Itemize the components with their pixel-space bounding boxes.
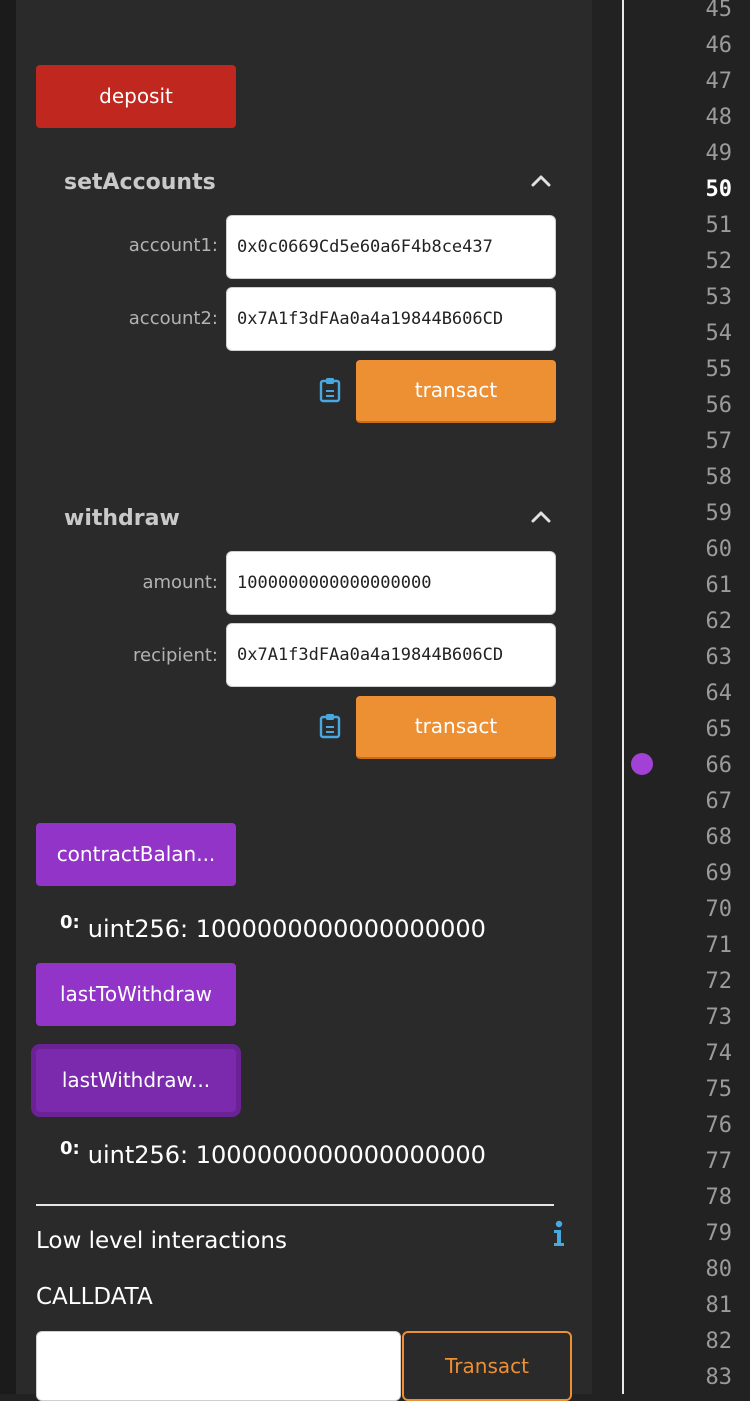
line-number[interactable]: 77 (652, 1144, 733, 1180)
line-number[interactable]: 67 (652, 784, 733, 820)
line-number[interactable]: 51 (652, 208, 733, 244)
last-withdraw-button[interactable]: lastWithdraw... (36, 1049, 236, 1112)
line-number[interactable]: 76 (652, 1108, 733, 1144)
recipient-label: recipient: (132, 645, 218, 666)
clipboard-icon[interactable] (319, 377, 341, 403)
line-number[interactable]: 73 (652, 1000, 733, 1036)
line-number[interactable]: 61 (652, 568, 733, 604)
line-number[interactable]: 60 (652, 532, 733, 568)
line-number[interactable]: 52 (652, 244, 733, 280)
panel-resizer[interactable] (592, 0, 622, 1394)
line-number[interactable]: 68 (652, 820, 733, 856)
calldata-input[interactable] (36, 1331, 401, 1401)
line-number[interactable]: 63 (652, 640, 733, 676)
result-index: 0: (60, 912, 80, 933)
line-number[interactable]: 81 (652, 1288, 733, 1324)
line-number[interactable]: 65 (652, 712, 733, 748)
left-margin (0, 0, 16, 1394)
breakpoint-marker[interactable] (631, 753, 653, 775)
line-number[interactable]: 70 (652, 892, 733, 928)
line-number[interactable]: 50 (652, 172, 733, 208)
line-number[interactable]: 54 (652, 316, 733, 352)
line-number[interactable]: 46 (652, 28, 733, 64)
line-number[interactable]: 80 (652, 1252, 733, 1288)
result-value: uint256: 1000000000000000000 (87, 1141, 486, 1169)
calldata-label: CALLDATA (36, 1284, 153, 1310)
result-index: 0: (60, 1138, 80, 1159)
line-number[interactable]: 74 (652, 1036, 733, 1072)
recipient-input[interactable]: 0x7A1f3dFAa0a4a19844B606CD (226, 623, 556, 687)
account2-label: account2: (128, 308, 218, 329)
set-accounts-transact-button[interactable]: transact (356, 360, 556, 423)
contract-balance-result: 0: uint256: 1000000000000000000 (60, 912, 486, 943)
account2-input[interactable]: 0x7A1f3dFAa0a4a19844B606CD (226, 287, 556, 351)
account1-label: account1: (128, 235, 218, 256)
calldata-transact-button[interactable]: Transact (402, 1331, 572, 1401)
line-number[interactable]: 59 (652, 496, 733, 532)
contract-balance-button[interactable]: contractBalan... (36, 823, 236, 886)
last-withdraw-result: 0: uint256: 1000000000000000000 (60, 1138, 486, 1169)
line-number[interactable]: 56 (652, 388, 733, 424)
line-number[interactable]: 64 (652, 676, 733, 712)
line-number[interactable]: 82 (652, 1324, 733, 1360)
account1-input[interactable]: 0x0c0669Cd5e60a6F4b8ce437 (226, 215, 556, 279)
result-value: uint256: 1000000000000000000 (87, 915, 486, 943)
deposit-button[interactable]: deposit (36, 65, 236, 128)
line-number[interactable]: 55 (652, 352, 733, 388)
amount-input[interactable]: 1000000000000000000 (226, 551, 556, 615)
section-divider (36, 1204, 554, 1206)
line-number[interactable]: 58 (652, 460, 733, 496)
line-number[interactable]: 72 (652, 964, 733, 1000)
line-number[interactable]: 83 (652, 1360, 733, 1396)
line-number[interactable]: 47 (652, 64, 733, 100)
withdraw-transact-button[interactable]: transact (356, 696, 556, 759)
line-number[interactable]: 71 (652, 928, 733, 964)
line-number[interactable]: 78 (652, 1180, 733, 1216)
line-number[interactable]: 79 (652, 1216, 733, 1252)
last-to-withdraw-button[interactable]: lastToWithdraw (36, 963, 236, 1026)
line-number[interactable]: 57 (652, 424, 733, 460)
line-number[interactable]: 62 (652, 604, 733, 640)
low-level-title: Low level interactions (36, 1228, 287, 1254)
line-number[interactable]: 45 (652, 0, 733, 28)
info-icon[interactable] (550, 1220, 568, 1248)
line-number[interactable]: 49 (652, 136, 733, 172)
line-number[interactable]: 66 (652, 748, 733, 784)
withdraw-title: withdraw (64, 506, 180, 531)
chevron-up-icon[interactable] (530, 506, 552, 528)
clipboard-icon[interactable] (319, 713, 341, 739)
line-number[interactable]: 75 (652, 1072, 733, 1108)
line-number[interactable]: 53 (652, 280, 733, 316)
line-number[interactable]: 48 (652, 100, 733, 136)
line-number-gutter: 45 46 47 48 49 50 51 52 53 54 55 56 57 58 59 60 61 62 63 64… (624, 0, 750, 1394)
set-accounts-title: setAccounts (64, 170, 216, 195)
amount-label: amount: (142, 572, 218, 593)
chevron-up-icon[interactable] (530, 170, 552, 192)
line-number[interactable]: 69 (652, 856, 733, 892)
